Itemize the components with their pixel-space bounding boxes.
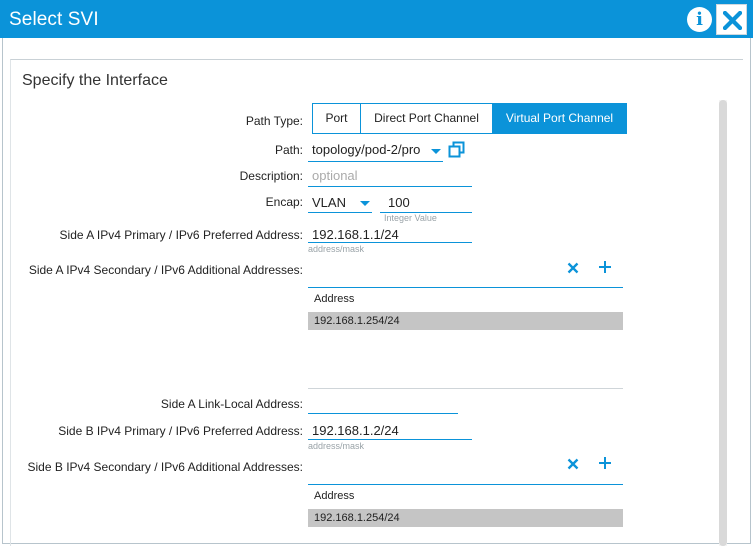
side-a-primary-hint: address/mask bbox=[308, 244, 365, 254]
side-a-delete-icon[interactable] bbox=[566, 261, 580, 275]
encap-type-underline bbox=[308, 212, 372, 213]
path-type-virtual-port-channel[interactable]: Virtual Port Channel bbox=[492, 103, 627, 134]
encap-type-select[interactable]: VLAN bbox=[312, 195, 346, 210]
encap-hint: Integer Value bbox=[384, 213, 437, 223]
side-b-delete-icon[interactable] bbox=[566, 457, 580, 471]
side-a-primary-label: Side A IPv4 Primary / IPv6 Preferred Add… bbox=[59, 228, 303, 242]
side-a-primary-underline bbox=[308, 242, 472, 243]
side-a-table-bottom-line bbox=[308, 388, 623, 389]
path-dropdown-icon[interactable] bbox=[431, 149, 441, 154]
close-button[interactable] bbox=[716, 4, 747, 35]
side-b-add-icon[interactable] bbox=[598, 456, 612, 470]
scrollbar-thumb[interactable] bbox=[719, 100, 727, 546]
side-b-secondary-label: Side B IPv4 Secondary / IPv6 Additional … bbox=[27, 460, 304, 474]
path-select[interactable]: topology/pod-2/pro bbox=[312, 142, 420, 157]
dialog-title: Select SVI bbox=[9, 9, 99, 30]
description-input[interactable]: optional bbox=[312, 168, 358, 183]
encap-dropdown-icon[interactable] bbox=[360, 201, 370, 206]
info-icon[interactable]: i bbox=[687, 7, 712, 32]
description-label: Description: bbox=[239, 169, 303, 183]
side-a-table-row[interactable]: 192.168.1.254/24 bbox=[308, 312, 623, 330]
side-a-link-local-input[interactable] bbox=[308, 413, 458, 414]
description-underline bbox=[308, 186, 472, 187]
side-b-table-row[interactable]: 192.168.1.254/24 bbox=[308, 509, 623, 527]
dialog-titlebar: Select SVI i bbox=[0, 0, 753, 38]
path-type-port[interactable]: Port bbox=[312, 103, 361, 134]
path-type-label: Path Type: bbox=[245, 114, 303, 128]
side-a-secondary-label: Side A IPv4 Secondary / IPv6 Additional … bbox=[28, 263, 303, 277]
side-b-primary-hint: address/mask bbox=[308, 441, 365, 451]
encap-value-input[interactable]: 100 bbox=[388, 195, 410, 210]
side-b-primary-label: Side B IPv4 Primary / IPv6 Preferred Add… bbox=[58, 424, 303, 438]
side-a-table-header: Address bbox=[314, 293, 355, 305]
path-label: Path: bbox=[274, 143, 303, 157]
open-path-icon[interactable] bbox=[448, 141, 465, 158]
side-a-primary-input[interactable]: 192.168.1.1/24 bbox=[312, 227, 399, 242]
path-underline bbox=[308, 161, 443, 162]
section-title: Specify the Interface bbox=[22, 72, 168, 89]
side-a-add-icon[interactable] bbox=[598, 260, 612, 274]
side-b-primary-input[interactable]: 192.168.1.2/24 bbox=[312, 423, 399, 438]
side-b-primary-underline bbox=[308, 439, 472, 440]
side-b-table-header: Address bbox=[314, 490, 355, 502]
encap-label: Encap: bbox=[265, 195, 303, 209]
path-type-direct-port-channel[interactable]: Direct Port Channel bbox=[360, 103, 493, 134]
side-a-link-local-label: Side A Link-Local Address: bbox=[160, 397, 303, 411]
close-icon bbox=[723, 11, 742, 30]
